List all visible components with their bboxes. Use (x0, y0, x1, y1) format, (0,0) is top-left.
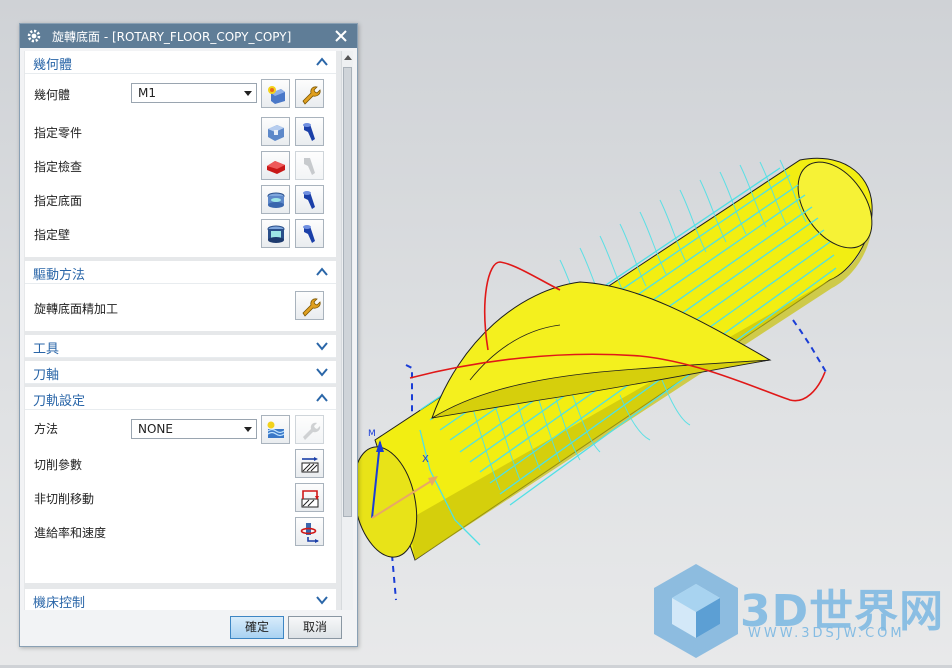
cube-logo-icon (654, 564, 738, 658)
row-specify-check: 指定檢查 (25, 149, 336, 183)
wrench-disabled-icon (303, 422, 321, 440)
specify-check-label: 指定檢查 (34, 160, 83, 174)
section-axis-header[interactable]: 刀軸 (25, 361, 336, 384)
row-method: 方法 NONE (25, 411, 336, 445)
section-path-title: 刀軌設定 (33, 394, 86, 409)
feeds-speeds-label: 進給率和速度 (34, 526, 107, 540)
dialog-footer: 確定 取消 (20, 610, 357, 646)
part-icon (268, 125, 284, 141)
drive-method-label: 旋轉底面精加工 (34, 302, 119, 316)
section-geometry: 幾何體 幾何體 M1 指定零件 指定檢查 指定底面 指定壁 (25, 51, 336, 257)
section-tool-title: 工具 (33, 342, 60, 357)
check-geometry-icon (267, 161, 285, 174)
floor-icon (267, 192, 285, 208)
section-geometry-title: 幾何體 (33, 58, 73, 73)
feeds-speeds-icon (300, 523, 319, 543)
chevron-down-icon[interactable] (316, 340, 328, 352)
scrollbar-thumb[interactable] (343, 67, 352, 517)
row-specify-wall: 指定壁 (25, 217, 336, 251)
section-machine-title: 機床控制 (33, 596, 86, 611)
wrench-icon (302, 298, 321, 317)
display-check-button[interactable] (295, 151, 324, 180)
operation-dialog: 旋轉底面 - [ROTARY_FLOOR_COPY_COPY] 幾何體 幾何體 … (19, 23, 358, 647)
chevron-up-icon[interactable] (316, 266, 328, 278)
scroll-up-arrow-icon[interactable] (344, 55, 352, 60)
geometry-select-value: M1 (138, 86, 156, 100)
method-select[interactable]: NONE (131, 419, 257, 439)
row-specify-part: 指定零件 (25, 115, 336, 149)
new-method-icon (267, 421, 285, 438)
cutting-params-button[interactable] (295, 449, 324, 478)
display-part-button[interactable] (295, 117, 324, 146)
specify-floor-label: 指定底面 (34, 194, 83, 208)
new-geometry-button[interactable] (261, 79, 290, 108)
chevron-up-icon[interactable] (316, 56, 328, 68)
dialog-content: 幾何體 幾何體 M1 指定零件 指定檢查 指定底面 指定壁 驅動方法 旋轉底面精… (24, 51, 353, 633)
section-machine-control: 機床控制 (25, 589, 336, 612)
watermark-url: WWW.3DSJW.COM (748, 626, 905, 641)
svg-text:M: M (368, 429, 376, 439)
row-specify-floor: 指定底面 (25, 183, 336, 217)
dialog-titlebar[interactable]: 旋轉底面 - [ROTARY_FLOOR_COPY_COPY] (20, 24, 357, 48)
close-icon[interactable] (331, 26, 351, 46)
select-wall-button[interactable] (261, 219, 290, 248)
edit-drive-button[interactable] (295, 291, 324, 320)
wrench-icon (302, 86, 321, 105)
cutting-params-icon (301, 457, 319, 473)
method-select-value: NONE (138, 422, 173, 436)
chevron-down-icon[interactable] (316, 594, 328, 606)
cutting-params-label: 切削參數 (34, 458, 83, 472)
row-non-cutting-moves: 非切削移動 (25, 481, 336, 515)
chevron-up-icon[interactable] (316, 392, 328, 404)
section-axis-title: 刀軸 (33, 368, 60, 383)
section-drive-title: 驅動方法 (33, 268, 86, 283)
section-path-header[interactable]: 刀軌設定 (25, 387, 336, 410)
section-drive-header[interactable]: 驅動方法 (25, 261, 336, 284)
section-machine-header[interactable]: 機床控制 (25, 589, 336, 612)
gear-icon (27, 29, 41, 43)
row-cutting-params: 切削參數 (25, 447, 336, 481)
display-wall-button[interactable] (295, 219, 324, 248)
geometry-label: 幾何體 (34, 88, 71, 102)
ok-button[interactable]: 確定 (230, 616, 284, 639)
edit-method-button[interactable] (295, 415, 324, 444)
flashlight-disabled-icon (304, 158, 315, 175)
flashlight-icon (303, 191, 315, 209)
dropdown-arrow-icon (244, 91, 252, 96)
specify-part-label: 指定零件 (34, 126, 83, 140)
non-cutting-moves-icon (301, 490, 319, 508)
flashlight-icon (303, 123, 315, 141)
feeds-speeds-button[interactable] (295, 517, 324, 546)
select-part-button[interactable] (261, 117, 290, 146)
section-path-settings: 刀軌設定 方法 NONE 切削參數 非切削移動 進給率和速度 (25, 387, 336, 583)
non-cutting-moves-button[interactable] (295, 483, 324, 512)
select-check-button[interactable] (261, 151, 290, 180)
dropdown-arrow-icon (244, 427, 252, 432)
new-method-button[interactable] (261, 415, 290, 444)
display-floor-button[interactable] (295, 185, 324, 214)
row-drive-method: 旋轉底面精加工 (25, 291, 336, 325)
edit-geometry-button[interactable] (295, 79, 324, 108)
section-tool-axis: 刀軸 (25, 361, 336, 384)
wall-icon (267, 225, 285, 243)
specify-wall-label: 指定壁 (34, 228, 71, 242)
geometry-select[interactable]: M1 (131, 83, 257, 103)
non-cutting-moves-label: 非切削移動 (34, 492, 95, 506)
chevron-down-icon[interactable] (316, 366, 328, 378)
method-label: 方法 (34, 422, 59, 436)
dialog-title: 旋轉底面 - [ROTARY_FLOOR_COPY_COPY] (52, 30, 292, 44)
flashlight-icon (303, 225, 315, 243)
section-tool-header[interactable]: 工具 (25, 335, 336, 358)
section-geometry-header[interactable]: 幾何體 (25, 51, 336, 74)
section-tool: 工具 (25, 335, 336, 358)
row-feeds-speeds: 進給率和速度 (25, 515, 336, 549)
select-floor-button[interactable] (261, 185, 290, 214)
svg-text:X: X (422, 454, 429, 465)
row-geometry: 幾何體 M1 (25, 77, 336, 111)
cancel-button[interactable]: 取消 (288, 616, 342, 639)
dialog-scrollbar[interactable] (341, 51, 353, 633)
section-drive-method: 驅動方法 旋轉底面精加工 (25, 261, 336, 331)
new-geometry-icon (268, 86, 285, 104)
